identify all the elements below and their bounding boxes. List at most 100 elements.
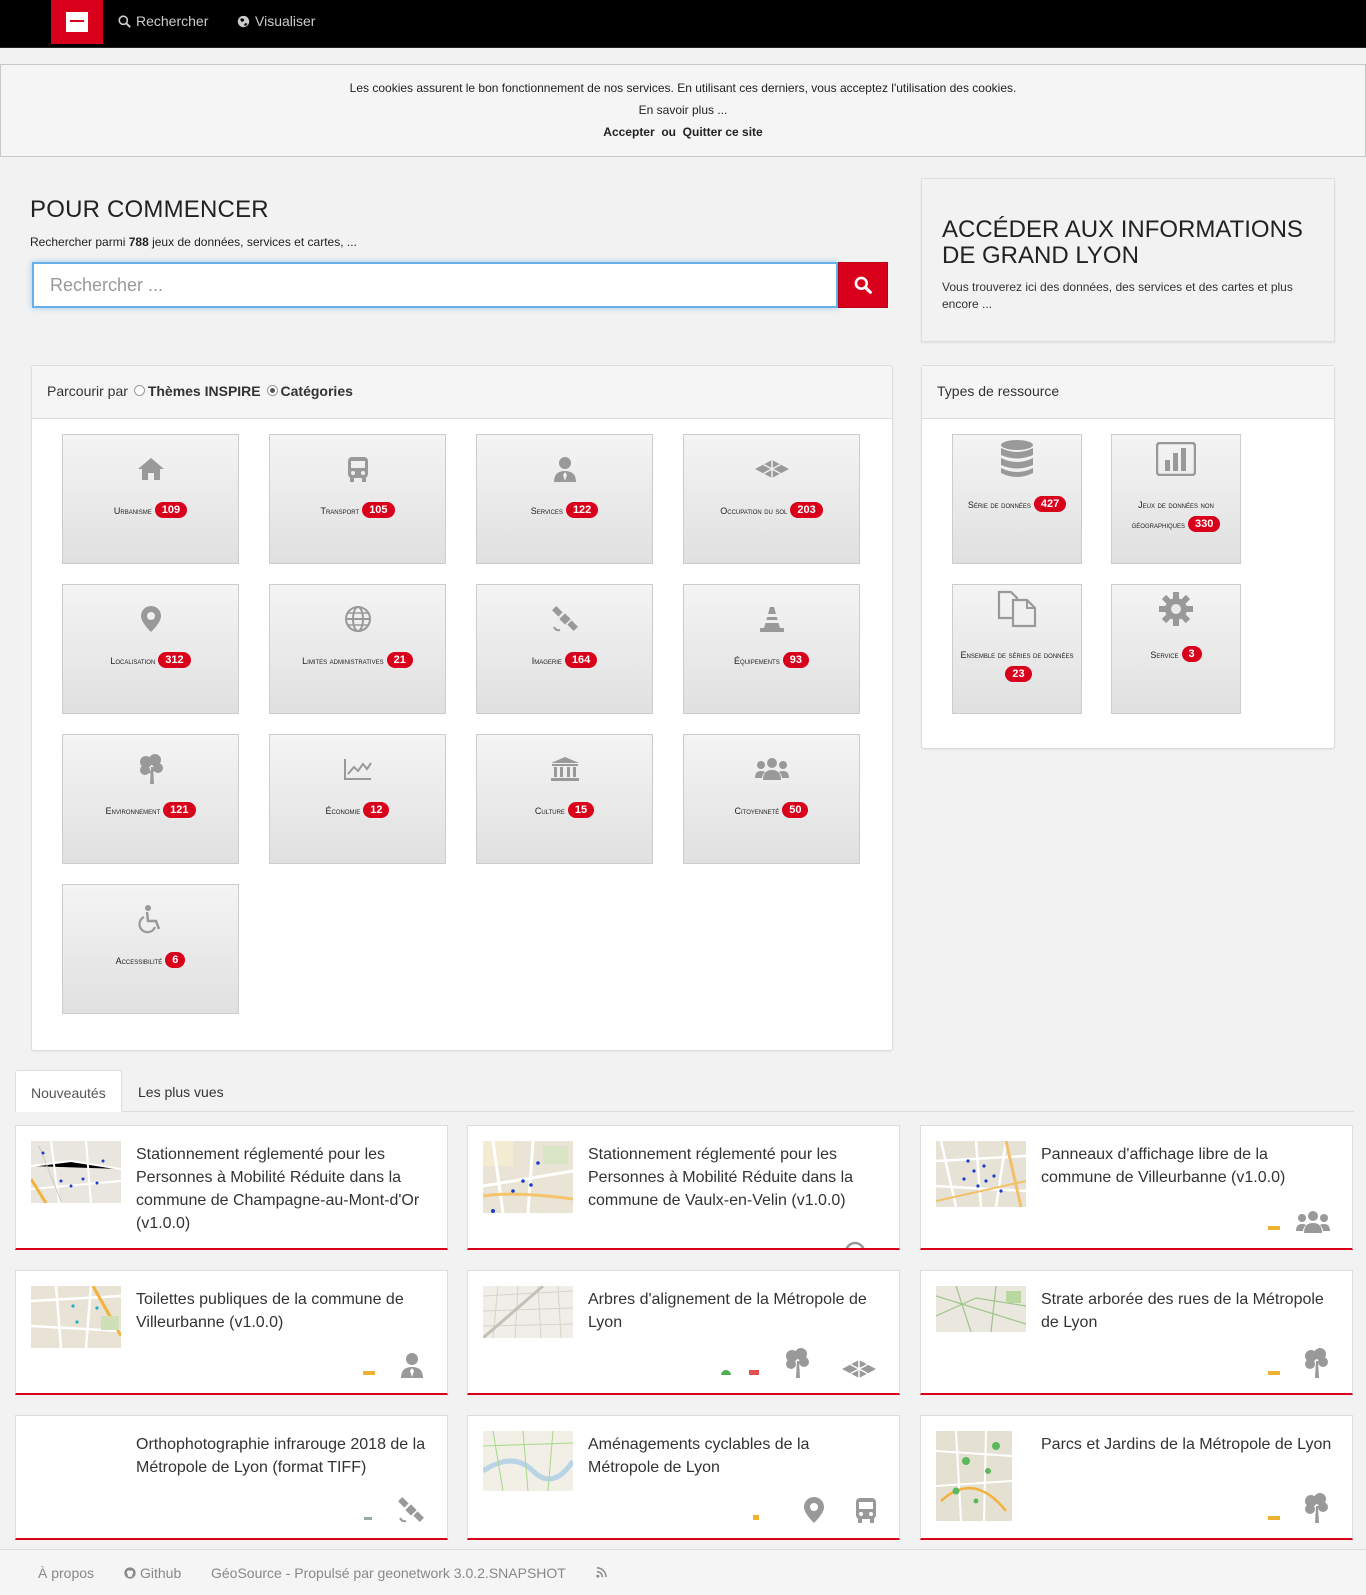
map-marker-icon: [845, 1241, 865, 1248]
globe-icon: [270, 603, 445, 635]
record-card[interactable]: Strate arborée des rues de la Métropole …: [920, 1270, 1353, 1395]
record-title[interactable]: Strate arborée des rues de la Métropole …: [1041, 1288, 1336, 1334]
count-badge: 105: [362, 502, 395, 518]
cookie-quit-link[interactable]: Quitter ce site: [683, 125, 763, 139]
category-name: Équipements: [734, 656, 780, 666]
resource-types-panel: Types de ressource Série de données 427 J…: [921, 365, 1335, 749]
nav-search-label: Rechercher: [136, 13, 209, 29]
category-name: Culture: [534, 806, 565, 816]
category-tile-accessibilite[interactable]: Accessibilité 6: [62, 884, 239, 1014]
category-tile-economie[interactable]: Économie 12: [269, 734, 446, 864]
record-mini-icons: [1268, 1226, 1280, 1230]
search-icon: [854, 276, 872, 294]
record-title[interactable]: Aménagements cyclables de la Métropole d…: [588, 1433, 883, 1479]
record-mini-icons: [363, 1371, 375, 1375]
record-mini-icons: [721, 1370, 759, 1375]
records-tabs: Nouveautés Les plus vues: [15, 1070, 1354, 1112]
museum-icon: [477, 753, 652, 785]
site-logo[interactable]: [51, 0, 103, 44]
search-input[interactable]: [32, 262, 838, 308]
category-tile-services[interactable]: Services 122: [476, 434, 653, 564]
record-card[interactable]: Panneaux d'affichage libre de la commune…: [920, 1125, 1353, 1250]
type-name: Série de données: [967, 500, 1031, 510]
radio-categories[interactable]: [266, 385, 278, 396]
record-title[interactable]: Toilettes publiques de la commune de Vil…: [136, 1288, 431, 1334]
bar-chart-icon: [1112, 441, 1240, 477]
bus-icon: [856, 1498, 876, 1523]
record-card[interactable]: Orthophotographie infrarouge 2018 de la …: [15, 1415, 448, 1540]
type-tile-service[interactable]: Service 3: [1111, 584, 1241, 714]
small-symbol-icon: [363, 1371, 375, 1375]
record-category-icons: [1302, 1347, 1330, 1379]
record-card[interactable]: Arbres d'alignement de la Métropole de L…: [467, 1270, 900, 1395]
record-title[interactable]: Stationnement réglementé pour les Person…: [588, 1143, 883, 1212]
record-thumbnail: [483, 1141, 573, 1213]
type-tile-dataset-series[interactable]: Ensemble de séries de données 23: [952, 584, 1082, 714]
type-label: Ensemble de séries de données 23: [957, 645, 1077, 685]
count-badge: 3: [1181, 646, 1202, 662]
rss-icon: [596, 1567, 607, 1578]
footer-about-link[interactable]: À propos: [38, 1565, 94, 1581]
record-title[interactable]: Arbres d'alignement de la Métropole de L…: [588, 1288, 883, 1334]
globe-icon: [237, 15, 250, 27]
record-thumbnail: [936, 1141, 1026, 1207]
satellite-icon: [398, 1497, 424, 1523]
category-label: Urbanisme 109: [67, 501, 234, 521]
top-navbar: Rechercher Visualiser: [0, 0, 1366, 48]
record-title[interactable]: Stationnement réglementé pour les Person…: [136, 1143, 431, 1235]
category-tile-imagerie[interactable]: Imagerie 164: [476, 584, 653, 714]
cookie-accept-link[interactable]: Accepter: [603, 125, 654, 139]
cookie-learn-more-link[interactable]: En savoir plus ...: [1, 103, 1365, 117]
category-tile-occupation-du-sol[interactable]: Occupation du sol 203: [683, 434, 860, 564]
radio-inspire-label[interactable]: Thèmes INSPIRE: [148, 383, 261, 399]
radio-categories-label[interactable]: Catégories: [281, 383, 353, 399]
record-card[interactable]: Stationnement réglementé pour les Person…: [15, 1125, 448, 1250]
radio-inspire-themes[interactable]: [133, 385, 145, 396]
browse-prefix: Parcourir par: [47, 383, 128, 399]
category-label: Accessibilité 6: [67, 951, 234, 971]
type-tile-non-geographic[interactable]: Jeux de données non géographiques 330: [1111, 434, 1241, 564]
access-text: Vous trouverez ici des données, des serv…: [942, 280, 1293, 311]
record-card[interactable]: Toilettes publiques de la commune de Vil…: [15, 1270, 448, 1395]
count-badge: 50: [782, 802, 809, 818]
category-tile-equipements[interactable]: Équipements 93: [683, 584, 860, 714]
record-title[interactable]: Parcs et Jardins de la Métropole de Lyon: [1041, 1433, 1336, 1456]
search-button[interactable]: [838, 262, 888, 308]
footer-github-link[interactable]: Github: [124, 1565, 181, 1581]
users-icon: [1296, 1211, 1330, 1233]
cone-icon: [684, 603, 859, 635]
record-thumbnail: [483, 1431, 573, 1491]
small-symbol-icon: [749, 1370, 759, 1375]
category-tile-urbanisme[interactable]: Urbanisme 109: [62, 434, 239, 564]
category-label: Environnement 121: [67, 801, 234, 821]
footer-rss-link[interactable]: [596, 1567, 607, 1578]
category-tile-limites-administratives[interactable]: Limites administratives 21: [269, 584, 446, 714]
access-info-box: ACCÉDER AUX INFORMATIONS DE GRAND LYON V…: [921, 178, 1335, 342]
record-category-icons: [803, 1496, 877, 1524]
category-label: Citoyenneté 50: [688, 801, 855, 821]
small-symbol-icon: [1268, 1226, 1280, 1230]
tab-new[interactable]: Nouveautés: [15, 1070, 122, 1112]
record-card[interactable]: Aménagements cyclables de la Métropole d…: [467, 1415, 900, 1540]
category-tile-citoyennete[interactable]: Citoyenneté 50: [683, 734, 860, 864]
category-label: Imagerie 164: [481, 651, 648, 671]
record-title[interactable]: Orthophotographie infrarouge 2018 de la …: [136, 1433, 431, 1479]
category-tile-localisation[interactable]: Localisation 312: [62, 584, 239, 714]
type-label: Série de données 427: [957, 495, 1077, 515]
category-tile-transport[interactable]: Transport 105: [269, 434, 446, 564]
record-title[interactable]: Panneaux d'affichage libre de la commune…: [1041, 1143, 1336, 1189]
nav-search-link[interactable]: Rechercher: [118, 13, 208, 29]
count-badge: 203: [790, 502, 823, 518]
category-tile-culture[interactable]: Culture 15: [476, 734, 653, 864]
search-bar: [32, 262, 888, 308]
nav-visualize-link[interactable]: Visualiser: [237, 13, 315, 29]
count-badge: 109: [154, 502, 188, 518]
type-tile-dataset[interactable]: Série de données 427: [952, 434, 1082, 564]
record-card[interactable]: Parcs et Jardins de la Métropole de Lyon: [920, 1415, 1353, 1540]
tab-most-viewed[interactable]: Les plus vues: [123, 1070, 239, 1112]
record-category-icons: [1302, 1492, 1330, 1524]
category-tile-environnement[interactable]: Environnement 121: [62, 734, 239, 864]
record-card[interactable]: Stationnement réglementé pour les Person…: [467, 1125, 900, 1250]
record-thumbnail: [936, 1286, 1026, 1332]
browse-panel: Parcourir par Thèmes INSPIRE Catégories …: [31, 365, 893, 1051]
